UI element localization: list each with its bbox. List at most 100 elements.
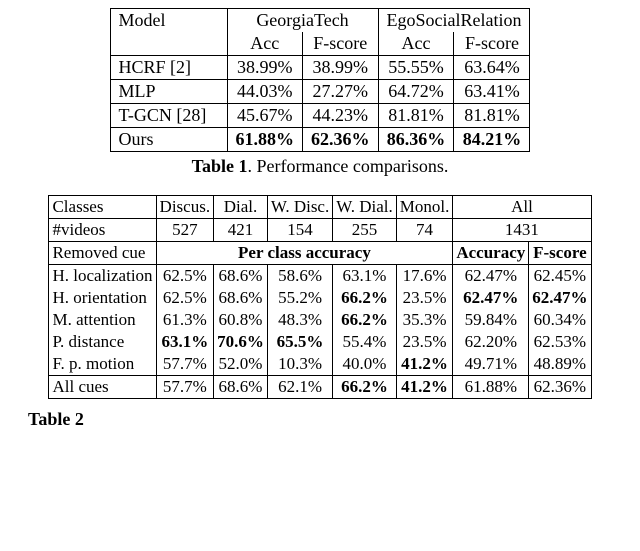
cell-value: 41.2% bbox=[396, 376, 453, 399]
table-row: H. localization62.5%68.6%58.6%63.1%17.6%… bbox=[49, 265, 591, 288]
cell-value: 62.5% bbox=[156, 287, 214, 309]
all-cues-label: All cues bbox=[49, 376, 156, 399]
cell-value: 38.99% bbox=[303, 56, 379, 80]
table-1-caption: Table 1. Performance comparisons. bbox=[192, 156, 449, 177]
cell-value: 66.2% bbox=[333, 287, 397, 309]
cell-value: 60.8% bbox=[214, 309, 268, 331]
cell-value: 81.81% bbox=[378, 104, 454, 128]
cell-value: 38.99% bbox=[227, 56, 303, 80]
cell-value: 62.36% bbox=[303, 128, 379, 152]
cell-value: 55.2% bbox=[267, 287, 332, 309]
cell-value: 48.3% bbox=[267, 309, 332, 331]
cell-model: Ours bbox=[110, 128, 227, 152]
cell-value: 70.6% bbox=[214, 331, 268, 353]
class-name: W. Dial. bbox=[333, 196, 397, 219]
table-2: Classes Discus. Dial. W. Disc. W. Dial. … bbox=[48, 195, 591, 399]
cell-accuracy: 62.47% bbox=[453, 287, 529, 309]
table-row: T-GCN [28] 45.67% 44.23% 81.81% 81.81% bbox=[110, 104, 530, 128]
cell-model: MLP bbox=[110, 80, 227, 104]
header-acc-1: Acc bbox=[227, 32, 303, 56]
cell-value: 63.1% bbox=[156, 331, 214, 353]
cell-value: 40.0% bbox=[333, 353, 397, 376]
videos-count: 1431 bbox=[453, 219, 591, 242]
cell-value: 63.41% bbox=[454, 80, 530, 104]
caption-text: . Performance comparisons. bbox=[247, 156, 448, 176]
per-class-header: Per class accuracy bbox=[156, 242, 453, 265]
cell-value: 68.6% bbox=[214, 265, 268, 288]
header-georgiatech: GeorgiaTech bbox=[227, 9, 378, 33]
cell-fscore: 48.89% bbox=[529, 353, 591, 376]
caption-prefix: Table 1 bbox=[192, 156, 248, 176]
cell-value: 61.3% bbox=[156, 309, 214, 331]
table-row: H. orientation62.5%68.6%55.2%66.2%23.5%6… bbox=[49, 287, 591, 309]
cell-value: 68.6% bbox=[214, 376, 268, 399]
cell-value: 55.4% bbox=[333, 331, 397, 353]
cell-accuracy: 49.71% bbox=[453, 353, 529, 376]
table-row: M. attention61.3%60.8%48.3%66.2%35.3%59.… bbox=[49, 309, 591, 331]
table-1: Model GeorgiaTech EgoSocialRelation Acc … bbox=[110, 8, 531, 152]
cell-value: 57.7% bbox=[156, 353, 214, 376]
table-2-caption-cut: Table 2 bbox=[8, 409, 632, 431]
videos-count: 255 bbox=[333, 219, 397, 242]
cell-value: 62.1% bbox=[267, 376, 332, 399]
table-row: Ours 61.88% 62.36% 86.36% 84.21% bbox=[110, 128, 530, 152]
cell-value: 81.81% bbox=[454, 104, 530, 128]
table-2-allcues-row: All cues57.7%68.6%62.1%66.2%41.2%61.88%6… bbox=[49, 376, 591, 399]
class-name: W. Disc. bbox=[267, 196, 332, 219]
cell-value: 62.5% bbox=[156, 265, 214, 288]
videos-count: 527 bbox=[156, 219, 214, 242]
cell-value: 45.67% bbox=[227, 104, 303, 128]
removed-cue-name: H. localization bbox=[49, 265, 156, 288]
table-row: P. distance63.1%70.6%65.5%55.4%23.5%62.2… bbox=[49, 331, 591, 353]
removed-cue-name: M. attention bbox=[49, 309, 156, 331]
cell-value: 27.27% bbox=[303, 80, 379, 104]
cell-value: 10.3% bbox=[267, 353, 332, 376]
table-row: MLP 44.03% 27.27% 64.72% 63.41% bbox=[110, 80, 530, 104]
table-1-wrap: Model GeorgiaTech EgoSocialRelation Acc … bbox=[8, 8, 632, 177]
cell-accuracy: 62.20% bbox=[453, 331, 529, 353]
caption-prefix: Table 2 bbox=[28, 409, 84, 429]
cell-value: 44.03% bbox=[227, 80, 303, 104]
classes-label: Classes bbox=[49, 196, 156, 219]
cell-value: 58.6% bbox=[267, 265, 332, 288]
cell-fscore: 62.47% bbox=[529, 287, 591, 309]
videos-count: 154 bbox=[267, 219, 332, 242]
removed-cue-label: Removed cue bbox=[49, 242, 156, 265]
class-name: Dial. bbox=[214, 196, 268, 219]
header-egosocial: EgoSocialRelation bbox=[378, 9, 530, 33]
removed-cue-name: H. orientation bbox=[49, 287, 156, 309]
cell-value: 64.72% bbox=[378, 80, 454, 104]
table-row: HCRF [2] 38.99% 38.99% 55.55% 63.64% bbox=[110, 56, 530, 80]
header-model: Model bbox=[110, 9, 227, 56]
cell-accuracy: 59.84% bbox=[453, 309, 529, 331]
cell-value: 57.7% bbox=[156, 376, 214, 399]
table-2-section-header-row: Removed cue Per class accuracy Accuracy … bbox=[49, 242, 591, 265]
table-1-header-row-1: Model GeorgiaTech EgoSocialRelation bbox=[110, 9, 530, 33]
cell-value: 84.21% bbox=[454, 128, 530, 152]
videos-label: #videos bbox=[49, 219, 156, 242]
removed-cue-name: P. distance bbox=[49, 331, 156, 353]
cell-fscore: 62.45% bbox=[529, 265, 591, 288]
cell-value: 61.88% bbox=[227, 128, 303, 152]
cell-value: 55.55% bbox=[378, 56, 454, 80]
table-2-videos-row: #videos 527 421 154 255 74 1431 bbox=[49, 219, 591, 242]
cell-fscore: 62.36% bbox=[529, 376, 591, 399]
table-2-body: H. localization62.5%68.6%58.6%63.1%17.6%… bbox=[49, 265, 591, 376]
fscore-header: F-score bbox=[529, 242, 591, 265]
cell-value: 66.2% bbox=[333, 376, 397, 399]
cell-value: 23.5% bbox=[396, 331, 453, 353]
cell-value: 68.6% bbox=[214, 287, 268, 309]
cell-value: 86.36% bbox=[378, 128, 454, 152]
table-row: F. p. motion57.7%52.0%10.3%40.0%41.2%49.… bbox=[49, 353, 591, 376]
table-2-classes-row: Classes Discus. Dial. W. Disc. W. Dial. … bbox=[49, 196, 591, 219]
class-name: Monol. bbox=[396, 196, 453, 219]
header-f-1: F-score bbox=[303, 32, 379, 56]
cell-value: 35.3% bbox=[396, 309, 453, 331]
cell-value: 65.5% bbox=[267, 331, 332, 353]
cell-accuracy: 62.47% bbox=[453, 265, 529, 288]
cell-value: 23.5% bbox=[396, 287, 453, 309]
class-name: Discus. bbox=[156, 196, 214, 219]
header-f-2: F-score bbox=[454, 32, 530, 56]
accuracy-header: Accuracy bbox=[453, 242, 529, 265]
cell-accuracy: 61.88% bbox=[453, 376, 529, 399]
